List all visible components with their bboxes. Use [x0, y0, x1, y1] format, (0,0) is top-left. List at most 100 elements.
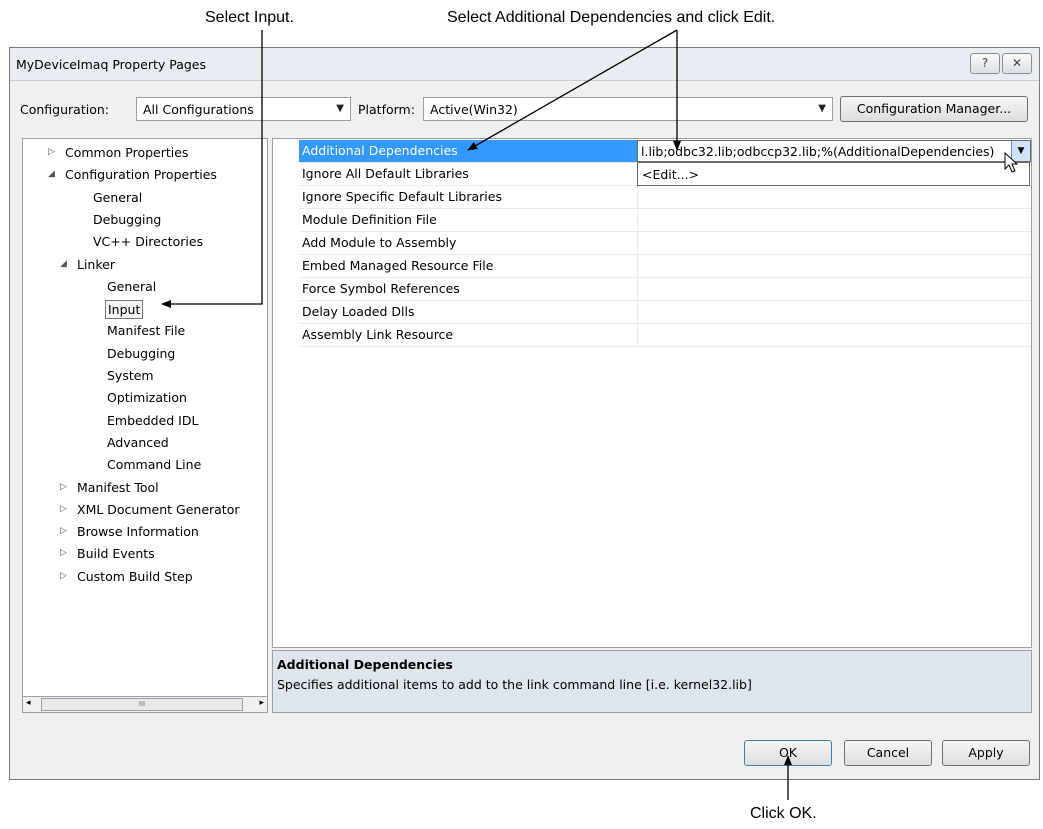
- chevron-down-icon: ▼: [818, 103, 826, 114]
- scroll-right-icon[interactable]: ▸: [259, 698, 264, 708]
- property-pages-dialog: MyDeviceImaq Property Pages ? ✕ Configur…: [9, 47, 1040, 780]
- property-value[interactable]: [637, 324, 1031, 346]
- chevron-down-icon: ▼: [336, 103, 344, 114]
- tree-item[interactable]: ◢ Configuration Properties: [48, 166, 219, 183]
- tree-item[interactable]: ▷ Custom Build Step: [60, 568, 195, 585]
- tree-horizontal-scrollbar[interactable]: ◂ III ▸: [22, 696, 268, 713]
- property-row[interactable]: Add Module to Assembly: [299, 232, 1031, 255]
- tree-item[interactable]: Debugging: [91, 211, 163, 228]
- expand-icon[interactable]: ▷: [60, 568, 67, 585]
- tree-item-label: General: [93, 189, 143, 205]
- property-row[interactable]: Embed Managed Resource File: [299, 255, 1031, 278]
- property-row[interactable]: Ignore Specific Default Libraries: [299, 186, 1031, 209]
- tree-item-label: Debugging: [107, 345, 176, 361]
- category-tree[interactable]: ▷ Common Properties ◢ Configuration Propert…: [22, 138, 268, 713]
- tree-item[interactable]: ▷ Common Properties: [48, 144, 190, 161]
- expand-icon[interactable]: ▷: [60, 545, 67, 562]
- scroll-thumb[interactable]: III: [41, 698, 243, 711]
- property-name: Additional Dependencies: [302, 143, 458, 158]
- configuration-manager-button[interactable]: Configuration Manager...: [840, 96, 1028, 122]
- tree-item-label: Optimization: [107, 390, 187, 406]
- property-value[interactable]: [637, 232, 1031, 254]
- tree-item-label: General: [107, 278, 157, 294]
- property-name: Embed Managed Resource File: [302, 258, 494, 273]
- platform-label: Platform:: [358, 102, 415, 117]
- property-row[interactable]: Delay Loaded Dlls: [299, 301, 1031, 324]
- tree-item-label: Manifest Tool: [77, 479, 159, 495]
- help-button[interactable]: ?: [970, 53, 1000, 74]
- annotation-select-additional: Select Additional Dependencies and click…: [447, 9, 776, 26]
- tree-item[interactable]: ▷ Manifest Tool: [60, 479, 161, 496]
- property-row[interactable]: Module Definition File: [299, 209, 1031, 232]
- close-icon: ✕: [1011, 56, 1023, 70]
- annotation-select-input: Select Input.: [205, 9, 294, 26]
- tree-item[interactable]: General: [91, 189, 144, 206]
- tree-item-label: Manifest File: [107, 323, 186, 339]
- dropdown-option-edit[interactable]: <Edit...>: [642, 167, 699, 182]
- property-value[interactable]: [637, 301, 1031, 323]
- question-mark-icon: ?: [981, 56, 989, 70]
- collapse-icon[interactable]: ◢: [48, 166, 55, 183]
- additional-dependencies-value-field[interactable]: l.lib;odbc32.lib;odbccp32.lib;%(Addition…: [637, 140, 1031, 162]
- apply-button[interactable]: Apply: [942, 740, 1030, 766]
- configuration-label: Configuration:: [20, 102, 109, 117]
- tree-item-label: VC++ Directories: [93, 234, 204, 250]
- tree-item[interactable]: System: [105, 367, 156, 384]
- property-value[interactable]: [637, 255, 1031, 277]
- property-name: Delay Loaded Dlls: [302, 304, 415, 319]
- tree-item[interactable]: General: [105, 278, 158, 295]
- tree-item[interactable]: Optimization: [105, 389, 189, 406]
- tree-item-label: Input: [108, 302, 141, 318]
- tree-item-label: Build Events: [77, 546, 155, 562]
- property-name: Force Symbol References: [302, 281, 460, 296]
- property-grid[interactable]: Additional Dependencies l.lib;odbc32.lib;…: [272, 138, 1032, 648]
- tree-item[interactable]: ▷ XML Document Generator: [60, 501, 242, 518]
- description-text: Specifies additional items to add to the…: [277, 677, 752, 692]
- scroll-left-icon[interactable]: ◂: [26, 698, 31, 708]
- tree-item[interactable]: ◢ Linker: [60, 256, 117, 273]
- tree-item-label: Command Line: [107, 457, 202, 473]
- description-panel: Additional Dependencies Specifies additi…: [272, 650, 1032, 713]
- tree-item[interactable]: Advanced: [105, 434, 171, 451]
- window-title: MyDeviceImaq Property Pages: [16, 57, 207, 72]
- property-name: Assembly Link Resource: [302, 327, 454, 342]
- property-value[interactable]: [637, 278, 1031, 300]
- tree-item[interactable]: Input: [105, 300, 144, 320]
- expand-icon[interactable]: ▷: [60, 501, 67, 518]
- property-row[interactable]: Assembly Link Resource: [299, 324, 1031, 347]
- property-value[interactable]: [637, 186, 1031, 208]
- property-name: Add Module to Assembly: [302, 235, 457, 250]
- tree-item-label: Advanced: [107, 434, 169, 450]
- tree-item[interactable]: ▷ Build Events: [60, 545, 157, 562]
- tree-item-label: System: [107, 368, 154, 383]
- title-bar[interactable]: MyDeviceImaq Property Pages ? ✕: [10, 48, 1039, 81]
- cancel-button[interactable]: Cancel: [844, 740, 932, 766]
- expand-icon[interactable]: ▷: [60, 479, 67, 496]
- property-name: Ignore All Default Libraries: [302, 166, 469, 181]
- property-row[interactable]: Additional Dependencies l.lib;odbc32.lib;…: [299, 140, 1031, 163]
- platform-value: Active(Win32): [430, 102, 518, 117]
- tree-item[interactable]: ▷ Browse Information: [60, 523, 201, 540]
- dropdown-list[interactable]: <Edit...>: [637, 162, 1030, 186]
- property-name: Module Definition File: [302, 212, 437, 227]
- tree-item-label: Configuration Properties: [65, 167, 217, 183]
- configuration-combo[interactable]: All Configurations ▼: [136, 97, 351, 121]
- tree-item[interactable]: Manifest File: [105, 322, 187, 339]
- ok-button[interactable]: OK: [744, 740, 832, 766]
- expand-icon[interactable]: ▷: [48, 144, 55, 161]
- tree-item[interactable]: Debugging: [105, 345, 177, 362]
- scroll-grip: III: [138, 700, 146, 708]
- close-button[interactable]: ✕: [1002, 53, 1032, 74]
- collapse-icon[interactable]: ◢: [60, 256, 67, 273]
- tree-item-label: Common Properties: [65, 145, 189, 160]
- tree-item[interactable]: Command Line: [105, 456, 203, 473]
- tree-item-label: Linker: [77, 256, 115, 272]
- tree-item[interactable]: Embedded IDL: [105, 412, 200, 429]
- platform-combo[interactable]: Active(Win32) ▼: [423, 97, 833, 121]
- tree-item-label: Custom Build Step: [77, 568, 193, 584]
- property-row[interactable]: Force Symbol References: [299, 278, 1031, 301]
- property-name: Ignore Specific Default Libraries: [302, 189, 502, 204]
- property-value[interactable]: [637, 209, 1031, 231]
- tree-item[interactable]: VC++ Directories: [91, 233, 205, 250]
- expand-icon[interactable]: ▷: [60, 523, 67, 540]
